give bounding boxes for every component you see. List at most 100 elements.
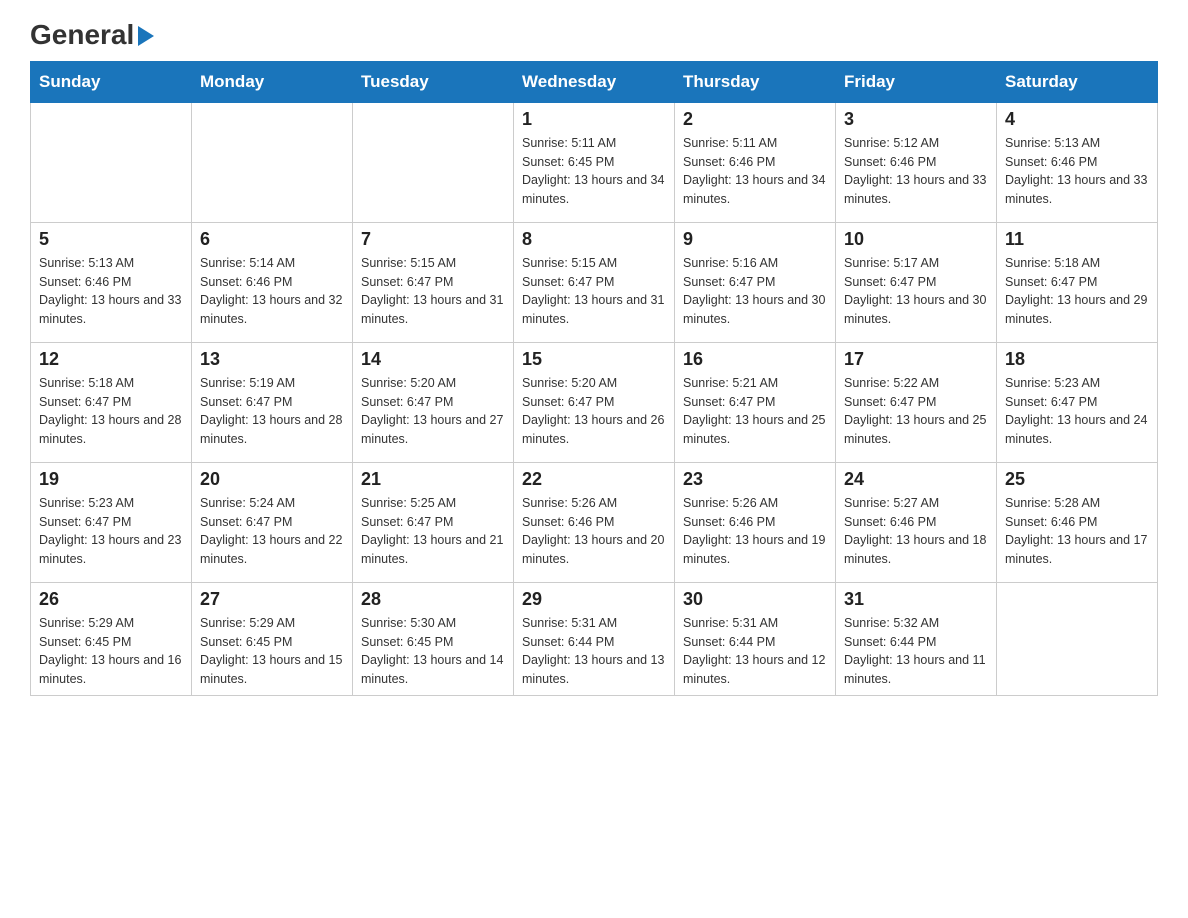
day-number: 4 bbox=[1005, 109, 1149, 130]
day-number: 5 bbox=[39, 229, 183, 250]
day-info: Sunrise: 5:15 AMSunset: 6:47 PMDaylight:… bbox=[522, 254, 666, 329]
calendar-cell: 20 Sunrise: 5:24 AMSunset: 6:47 PMDayligh… bbox=[192, 462, 353, 582]
day-info: Sunrise: 5:18 AMSunset: 6:47 PMDaylight:… bbox=[1005, 254, 1149, 329]
calendar-table: SundayMondayTuesdayWednesdayThursdayFrid… bbox=[30, 61, 1158, 696]
calendar-cell: 31 Sunrise: 5:32 AMSunset: 6:44 PMDayligh… bbox=[836, 582, 997, 695]
calendar-cell: 4 Sunrise: 5:13 AMSunset: 6:46 PMDaylight… bbox=[997, 102, 1158, 222]
calendar-cell: 26 Sunrise: 5:29 AMSunset: 6:45 PMDayligh… bbox=[31, 582, 192, 695]
day-info: Sunrise: 5:26 AMSunset: 6:46 PMDaylight:… bbox=[522, 494, 666, 569]
calendar-cell: 23 Sunrise: 5:26 AMSunset: 6:46 PMDayligh… bbox=[675, 462, 836, 582]
day-info: Sunrise: 5:32 AMSunset: 6:44 PMDaylight:… bbox=[844, 614, 988, 689]
day-number: 21 bbox=[361, 469, 505, 490]
day-info: Sunrise: 5:27 AMSunset: 6:46 PMDaylight:… bbox=[844, 494, 988, 569]
calendar-cell bbox=[353, 102, 514, 222]
calendar-cell: 29 Sunrise: 5:31 AMSunset: 6:44 PMDayligh… bbox=[514, 582, 675, 695]
day-info: Sunrise: 5:13 AMSunset: 6:46 PMDaylight:… bbox=[39, 254, 183, 329]
calendar-week-2: 5 Sunrise: 5:13 AMSunset: 6:46 PMDaylight… bbox=[31, 222, 1158, 342]
calendar-header-tuesday: Tuesday bbox=[353, 61, 514, 102]
calendar-cell: 27 Sunrise: 5:29 AMSunset: 6:45 PMDayligh… bbox=[192, 582, 353, 695]
day-number: 14 bbox=[361, 349, 505, 370]
day-info: Sunrise: 5:22 AMSunset: 6:47 PMDaylight:… bbox=[844, 374, 988, 449]
day-number: 17 bbox=[844, 349, 988, 370]
calendar-cell bbox=[192, 102, 353, 222]
day-info: Sunrise: 5:19 AMSunset: 6:47 PMDaylight:… bbox=[200, 374, 344, 449]
day-info: Sunrise: 5:26 AMSunset: 6:46 PMDaylight:… bbox=[683, 494, 827, 569]
day-number: 25 bbox=[1005, 469, 1149, 490]
calendar-cell: 10 Sunrise: 5:17 AMSunset: 6:47 PMDayligh… bbox=[836, 222, 997, 342]
day-number: 20 bbox=[200, 469, 344, 490]
page-header: General bbox=[30, 20, 1158, 51]
day-info: Sunrise: 5:29 AMSunset: 6:45 PMDaylight:… bbox=[39, 614, 183, 689]
day-number: 6 bbox=[200, 229, 344, 250]
day-number: 26 bbox=[39, 589, 183, 610]
calendar-cell: 11Sunrise: 5:18 AMSunset: 6:47 PMDayligh… bbox=[997, 222, 1158, 342]
calendar-week-5: 26 Sunrise: 5:29 AMSunset: 6:45 PMDayligh… bbox=[31, 582, 1158, 695]
calendar-cell: 25Sunrise: 5:28 AMSunset: 6:46 PMDayligh… bbox=[997, 462, 1158, 582]
day-number: 22 bbox=[522, 469, 666, 490]
day-info: Sunrise: 5:11 AMSunset: 6:46 PMDaylight:… bbox=[683, 134, 827, 209]
day-number: 7 bbox=[361, 229, 505, 250]
day-number: 12 bbox=[39, 349, 183, 370]
logo-text-general: General bbox=[30, 20, 134, 51]
day-number: 10 bbox=[844, 229, 988, 250]
day-number: 16 bbox=[683, 349, 827, 370]
calendar-cell bbox=[31, 102, 192, 222]
calendar-cell: 5 Sunrise: 5:13 AMSunset: 6:46 PMDaylight… bbox=[31, 222, 192, 342]
day-info: Sunrise: 5:30 AMSunset: 6:45 PMDaylight:… bbox=[361, 614, 505, 689]
day-number: 15 bbox=[522, 349, 666, 370]
day-info: Sunrise: 5:24 AMSunset: 6:47 PMDaylight:… bbox=[200, 494, 344, 569]
calendar-cell: 30 Sunrise: 5:31 AMSunset: 6:44 PMDayligh… bbox=[675, 582, 836, 695]
day-number: 19 bbox=[39, 469, 183, 490]
logo: General bbox=[30, 20, 154, 51]
calendar-cell: 19Sunrise: 5:23 AMSunset: 6:47 PMDayligh… bbox=[31, 462, 192, 582]
day-info: Sunrise: 5:15 AMSunset: 6:47 PMDaylight:… bbox=[361, 254, 505, 329]
day-number: 29 bbox=[522, 589, 666, 610]
day-info: Sunrise: 5:16 AMSunset: 6:47 PMDaylight:… bbox=[683, 254, 827, 329]
calendar-cell: 17 Sunrise: 5:22 AMSunset: 6:47 PMDayligh… bbox=[836, 342, 997, 462]
day-number: 28 bbox=[361, 589, 505, 610]
day-number: 23 bbox=[683, 469, 827, 490]
day-info: Sunrise: 5:23 AMSunset: 6:47 PMDaylight:… bbox=[1005, 374, 1149, 449]
calendar-cell: 16 Sunrise: 5:21 AMSunset: 6:47 PMDayligh… bbox=[675, 342, 836, 462]
day-number: 8 bbox=[522, 229, 666, 250]
calendar-cell: 28 Sunrise: 5:30 AMSunset: 6:45 PMDayligh… bbox=[353, 582, 514, 695]
calendar-cell: 12 Sunrise: 5:18 AMSunset: 6:47 PMDayligh… bbox=[31, 342, 192, 462]
calendar-cell: 3Sunrise: 5:12 AMSunset: 6:46 PMDaylight… bbox=[836, 102, 997, 222]
day-number: 31 bbox=[844, 589, 988, 610]
day-info: Sunrise: 5:25 AMSunset: 6:47 PMDaylight:… bbox=[361, 494, 505, 569]
day-info: Sunrise: 5:18 AMSunset: 6:47 PMDaylight:… bbox=[39, 374, 183, 449]
calendar-cell: 6Sunrise: 5:14 AMSunset: 6:46 PMDaylight… bbox=[192, 222, 353, 342]
calendar-header-sunday: Sunday bbox=[31, 61, 192, 102]
day-info: Sunrise: 5:17 AMSunset: 6:47 PMDaylight:… bbox=[844, 254, 988, 329]
logo-arrow-icon bbox=[138, 26, 154, 51]
day-info: Sunrise: 5:31 AMSunset: 6:44 PMDaylight:… bbox=[522, 614, 666, 689]
calendar-cell: 9 Sunrise: 5:16 AMSunset: 6:47 PMDaylight… bbox=[675, 222, 836, 342]
day-number: 24 bbox=[844, 469, 988, 490]
calendar-header-wednesday: Wednesday bbox=[514, 61, 675, 102]
day-number: 9 bbox=[683, 229, 827, 250]
calendar-cell: 7 Sunrise: 5:15 AMSunset: 6:47 PMDaylight… bbox=[353, 222, 514, 342]
calendar-cell: 24 Sunrise: 5:27 AMSunset: 6:46 PMDayligh… bbox=[836, 462, 997, 582]
day-info: Sunrise: 5:11 AMSunset: 6:45 PMDaylight:… bbox=[522, 134, 666, 209]
day-info: Sunrise: 5:13 AMSunset: 6:46 PMDaylight:… bbox=[1005, 134, 1149, 209]
day-info: Sunrise: 5:29 AMSunset: 6:45 PMDaylight:… bbox=[200, 614, 344, 689]
calendar-header-monday: Monday bbox=[192, 61, 353, 102]
calendar-cell: 22 Sunrise: 5:26 AMSunset: 6:46 PMDayligh… bbox=[514, 462, 675, 582]
calendar-header-thursday: Thursday bbox=[675, 61, 836, 102]
calendar-cell bbox=[997, 582, 1158, 695]
day-number: 13 bbox=[200, 349, 344, 370]
day-number: 30 bbox=[683, 589, 827, 610]
day-info: Sunrise: 5:21 AMSunset: 6:47 PMDaylight:… bbox=[683, 374, 827, 449]
day-number: 18 bbox=[1005, 349, 1149, 370]
day-number: 27 bbox=[200, 589, 344, 610]
day-number: 2 bbox=[683, 109, 827, 130]
day-info: Sunrise: 5:31 AMSunset: 6:44 PMDaylight:… bbox=[683, 614, 827, 689]
calendar-cell: 18 Sunrise: 5:23 AMSunset: 6:47 PMDayligh… bbox=[997, 342, 1158, 462]
calendar-cell: 14Sunrise: 5:20 AMSunset: 6:47 PMDayligh… bbox=[353, 342, 514, 462]
calendar-week-1: 1Sunrise: 5:11 AMSunset: 6:45 PMDaylight… bbox=[31, 102, 1158, 222]
calendar-cell: 13 Sunrise: 5:19 AMSunset: 6:47 PMDayligh… bbox=[192, 342, 353, 462]
calendar-cell: 1Sunrise: 5:11 AMSunset: 6:45 PMDaylight… bbox=[514, 102, 675, 222]
calendar-cell: 8 Sunrise: 5:15 AMSunset: 6:47 PMDaylight… bbox=[514, 222, 675, 342]
day-info: Sunrise: 5:12 AMSunset: 6:46 PMDaylight:… bbox=[844, 134, 988, 209]
calendar-header-row: SundayMondayTuesdayWednesdayThursdayFrid… bbox=[31, 61, 1158, 102]
